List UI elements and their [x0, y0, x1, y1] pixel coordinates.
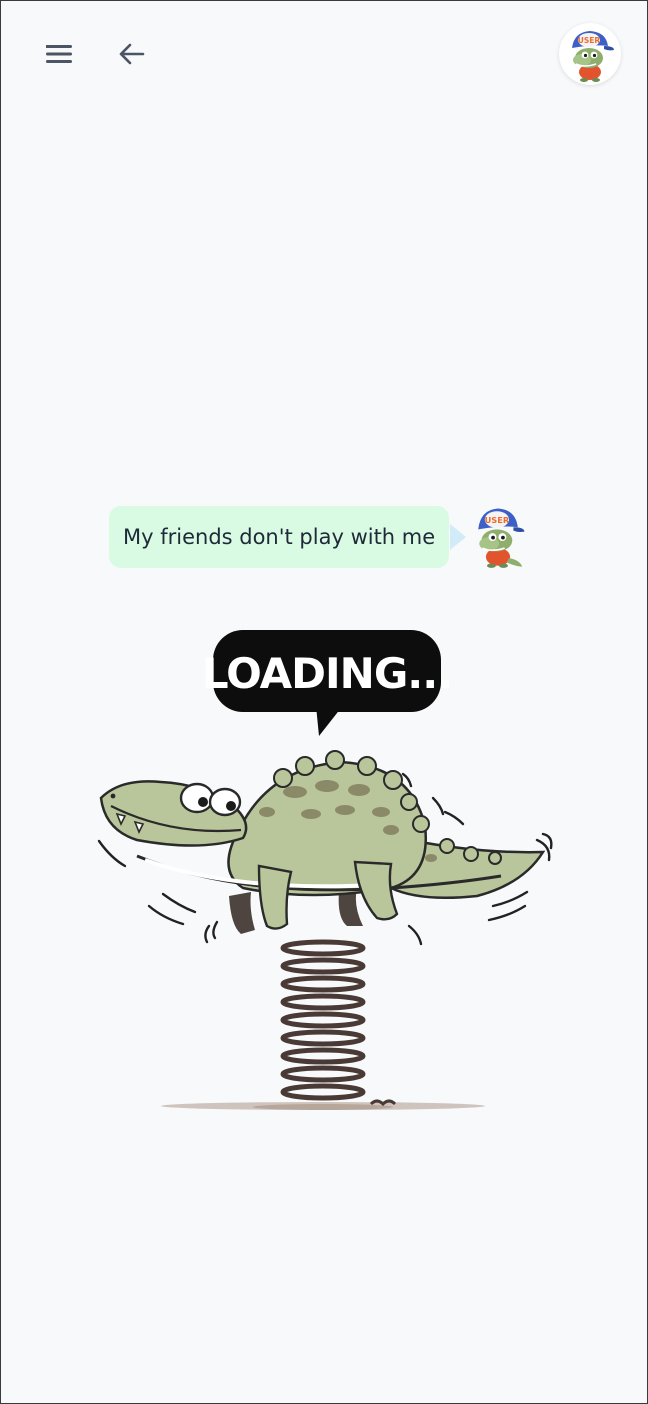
user-message-bubble: My friends don't play with me — [109, 506, 450, 568]
menu-icon — [46, 45, 72, 63]
user-avatar-button[interactable]: USER — [559, 23, 621, 85]
user-message-text: My friends don't play with me — [123, 525, 436, 549]
avatar-cap-text: USER — [485, 515, 510, 525]
crocodile-on-spring-icon: LOADING... — [97, 630, 553, 1110]
bubble-tail — [450, 524, 466, 550]
spring — [280, 939, 366, 1101]
app-screen: USER My friends don't play with me USER — [0, 0, 648, 1404]
arrow-left-icon — [119, 43, 145, 65]
crocodile-user-avatar: USER — [572, 31, 614, 82]
menu-button[interactable] — [37, 32, 81, 76]
avatar-cap-text: USER — [578, 36, 601, 45]
crocodile-user-avatar: USER — [478, 508, 525, 568]
loading-speech-bubble: LOADING... — [202, 630, 453, 736]
back-button[interactable] — [110, 32, 154, 76]
loading-text: LOADING... — [202, 649, 452, 698]
